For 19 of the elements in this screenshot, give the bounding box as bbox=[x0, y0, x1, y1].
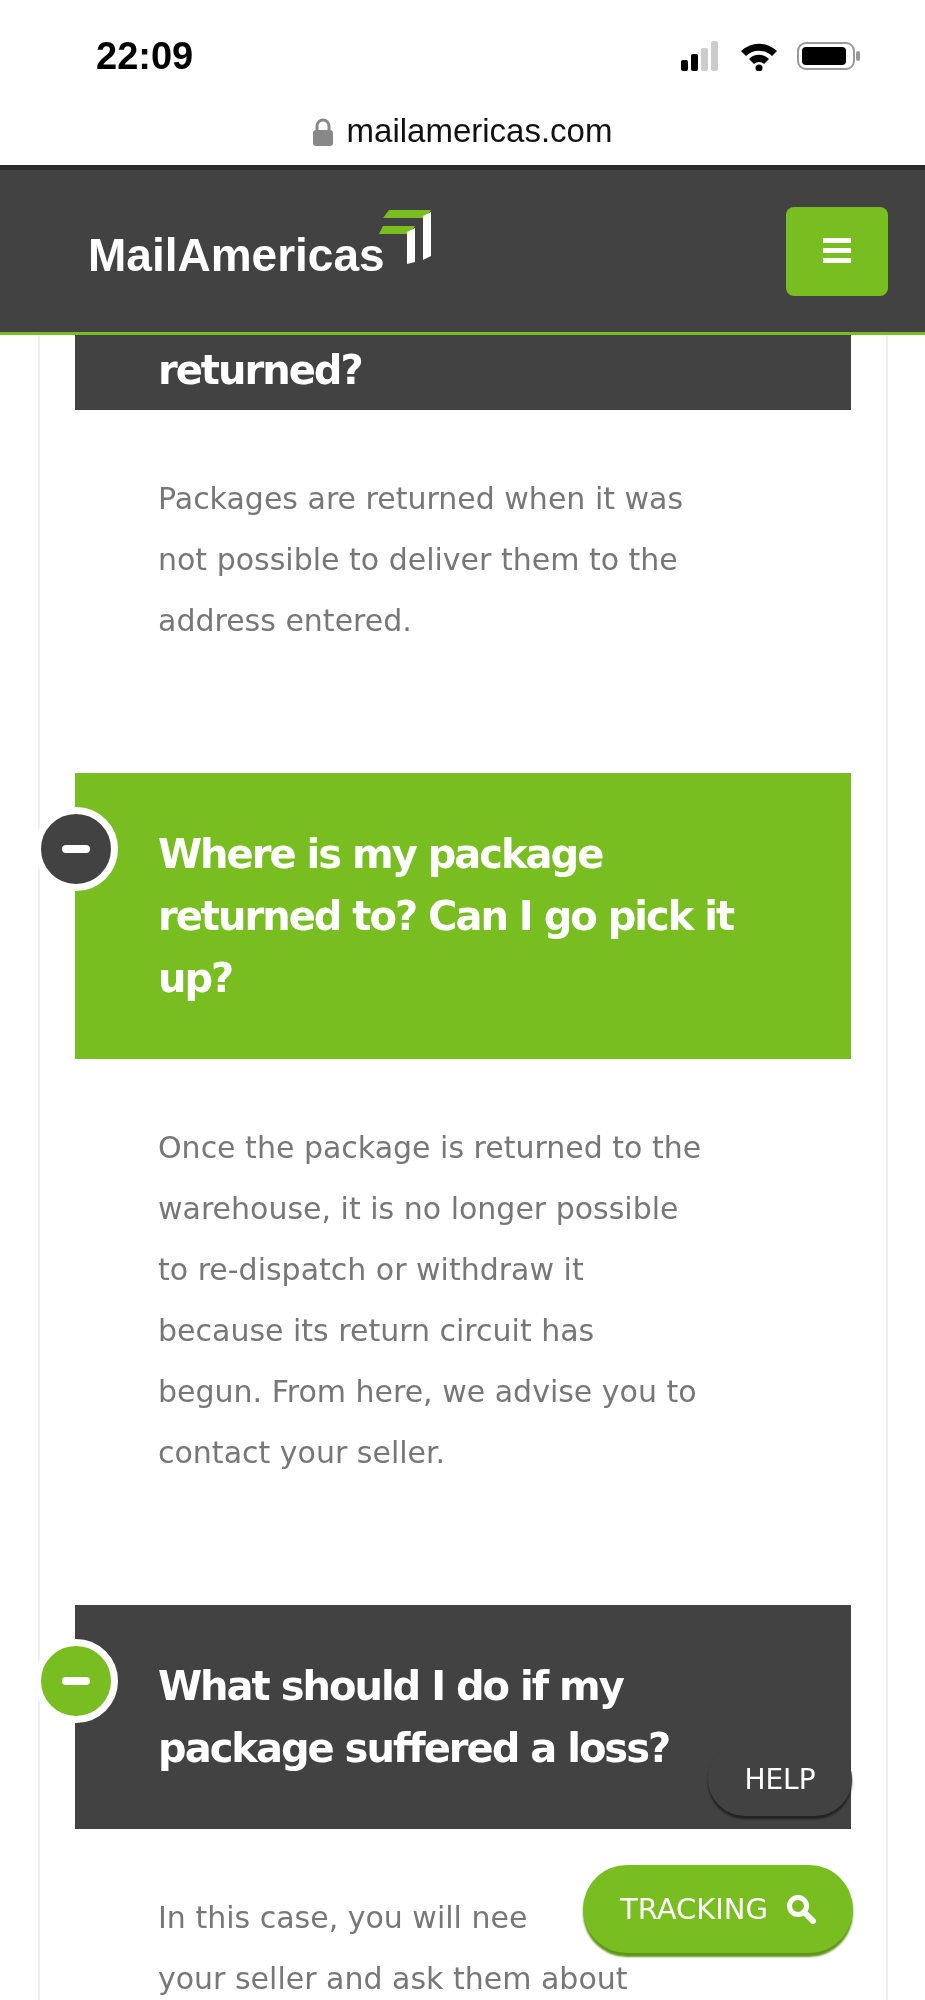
search-icon bbox=[786, 1894, 816, 1924]
menu-icon bbox=[823, 238, 851, 264]
wifi-icon bbox=[739, 41, 779, 71]
question-text: returned? bbox=[158, 346, 362, 395]
minus-icon bbox=[62, 1677, 90, 1685]
battery-icon bbox=[797, 41, 861, 71]
logo-text[interactable]: MailAmericas bbox=[88, 228, 385, 282]
status-time: 22:09 bbox=[96, 34, 194, 78]
url-text[interactable]: mailamericas.com bbox=[346, 112, 613, 150]
help-button[interactable]: HELP bbox=[708, 1742, 852, 1816]
answer-text: Once the package is returned to the warehouse, it is no longer possible to re-dispatch or withdraw it because its return circuit has begun. From here, we advise you to contact your seller. bbox=[158, 1129, 702, 1472]
signal-icon bbox=[681, 41, 721, 71]
answer-line: your seller and ask them about bbox=[158, 1960, 628, 1998]
answer-text: Packages are returned when it was not possible to deliver them to the address entered. bbox=[158, 480, 684, 640]
minus-icon bbox=[62, 845, 90, 853]
question-text: Where is my package returned to? Can I go pick it up? bbox=[158, 830, 734, 1003]
answer-line: In this case, you will nee bbox=[158, 1899, 528, 1937]
question-text: What should I do if my package suffered a loss? bbox=[158, 1662, 670, 1773]
question-header[interactable]: returned? bbox=[75, 335, 851, 410]
